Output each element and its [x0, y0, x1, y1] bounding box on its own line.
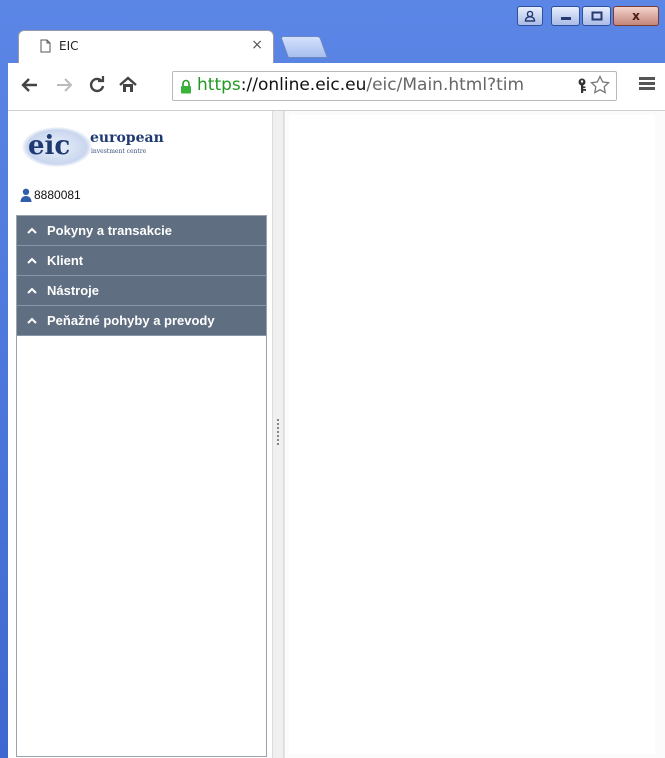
navigation-menu: Pokyny a transakcie Klient Nástroje Peňa… — [16, 215, 267, 757]
panel-splitter[interactable] — [272, 111, 284, 758]
browser-tab-active[interactable]: EIC × — [18, 30, 274, 63]
arrow-left-icon — [21, 78, 37, 92]
user-info: 8880081 — [20, 187, 81, 203]
url-scheme: https — [197, 75, 241, 95]
key-icon[interactable] — [576, 78, 588, 94]
user-icon — [20, 188, 32, 202]
reload-icon — [89, 76, 105, 93]
nav-item-nastroje[interactable]: Nástroje — [17, 276, 266, 306]
nav-item-label: Klient — [47, 253, 84, 268]
home-icon — [119, 76, 137, 92]
nav-item-penazne-pohyby-a-prevody[interactable]: Peňažné pohyby a prevody — [17, 306, 266, 336]
document-icon — [40, 39, 51, 53]
nav-item-klient[interactable]: Klient — [17, 246, 266, 276]
logo-subtitle: investment centre — [91, 148, 147, 155]
arrow-right-icon — [57, 78, 73, 92]
nav-item-label: Peňažné pohyby a prevody — [47, 313, 215, 328]
main-content — [284, 111, 665, 758]
new-tab-button[interactable] — [279, 36, 329, 58]
close-window-button[interactable]: x — [613, 6, 659, 26]
url-path: /eic/Main.html?tim — [366, 75, 525, 95]
web-page: eic european investment centre 8880081 P… — [8, 111, 665, 758]
browser-toolbar: https://online.eic.eu/eic/Main.html?tim — [8, 63, 665, 111]
tab-title: EIC — [59, 39, 79, 53]
chevron-up-icon — [27, 317, 37, 324]
profile-user-icon[interactable] — [517, 6, 543, 26]
forward-button[interactable] — [52, 73, 76, 97]
url-host: ://online.eic.eu — [240, 75, 367, 95]
logo-name: european — [90, 130, 164, 146]
maximize-button[interactable] — [582, 6, 611, 26]
address-bar[interactable]: https://online.eic.eu/eic/Main.html?tim — [172, 71, 617, 101]
hamburger-menu-icon[interactable] — [639, 77, 655, 91]
lock-icon[interactable] — [180, 79, 192, 94]
nav-item-pokyny-a-transakcie[interactable]: Pokyny a transakcie — [17, 216, 266, 246]
nav-item-label: Pokyny a transakcie — [47, 223, 173, 238]
minimize-icon — [560, 17, 571, 20]
nav-item-label: Nástroje — [47, 283, 100, 298]
home-button[interactable] — [116, 73, 140, 97]
logo-mark: eic — [28, 131, 71, 161]
left-panel: eic european investment centre 8880081 P… — [8, 111, 272, 758]
chevron-up-icon — [27, 227, 37, 234]
reload-button[interactable] — [85, 73, 109, 97]
user-id: 8880081 — [34, 188, 81, 202]
url-text[interactable]: https://online.eic.eu/eic/Main.html?tim — [197, 75, 567, 95]
eic-logo[interactable]: eic european investment centre — [22, 121, 192, 173]
tab-close-icon[interactable]: × — [251, 37, 263, 53]
star-icon[interactable] — [590, 75, 610, 95]
back-button[interactable] — [18, 73, 42, 97]
minimize-button[interactable] — [551, 6, 580, 26]
content-panel — [289, 115, 655, 754]
window-controls: x — [517, 6, 659, 30]
maximize-icon — [591, 11, 602, 21]
splitter-grip-icon[interactable] — [277, 419, 279, 445]
browser-window: x EIC × https://online.eic.eu/eic/Main.h — [0, 0, 665, 758]
chevron-up-icon — [27, 257, 37, 264]
chevron-up-icon — [27, 287, 37, 294]
